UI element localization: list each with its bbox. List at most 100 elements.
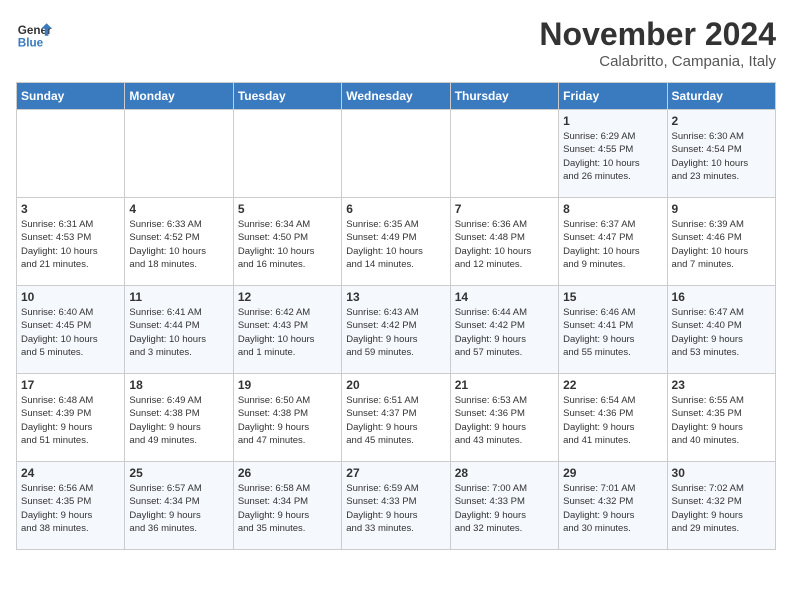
day-info: Sunrise: 6:59 AM Sunset: 4:33 PM Dayligh… [346,482,445,535]
day-info: Sunrise: 6:35 AM Sunset: 4:49 PM Dayligh… [346,218,445,271]
day-number: 8 [563,202,662,216]
calendar-cell: 8 Sunrise: 6:37 AM Sunset: 4:47 PM Daylig… [559,198,667,286]
day-number: 16 [672,290,771,304]
day-info: Sunrise: 6:29 AM Sunset: 4:55 PM Dayligh… [563,130,662,183]
day-info: Sunrise: 7:01 AM Sunset: 4:32 PM Dayligh… [563,482,662,535]
day-info: Sunrise: 6:43 AM Sunset: 4:42 PM Dayligh… [346,306,445,359]
day-info: Sunrise: 6:41 AM Sunset: 4:44 PM Dayligh… [129,306,228,359]
day-info: Sunrise: 6:46 AM Sunset: 4:41 PM Dayligh… [563,306,662,359]
calendar-cell: 15 Sunrise: 6:46 AM Sunset: 4:41 PM Dayli… [559,286,667,374]
day-info: Sunrise: 6:33 AM Sunset: 4:52 PM Dayligh… [129,218,228,271]
calendar-cell: 16 Sunrise: 6:47 AM Sunset: 4:40 PM Dayli… [667,286,775,374]
day-number: 1 [563,114,662,128]
day-number: 25 [129,466,228,480]
calendar-week-row: 17 Sunrise: 6:48 AM Sunset: 4:39 PM Dayli… [17,374,776,462]
calendar-cell: 23Sunrise: 6:55 AM Sunset: 4:35 PM Dayli… [667,374,775,462]
day-number: 22 [563,378,662,392]
calendar-cell: 10 Sunrise: 6:40 AM Sunset: 4:45 PM Dayli… [17,286,125,374]
day-number: 23 [672,378,771,392]
calendar-cell: 13 Sunrise: 6:43 AM Sunset: 4:42 PM Dayli… [342,286,450,374]
calendar-cell: 1 Sunrise: 6:29 AM Sunset: 4:55 PM Daylig… [559,110,667,198]
day-number: 21 [455,378,554,392]
calendar-cell: 25 Sunrise: 6:57 AM Sunset: 4:34 PM Dayli… [125,462,233,550]
calendar-cell: 21 Sunrise: 6:53 AM Sunset: 4:36 PM Dayli… [450,374,558,462]
day-info: Sunrise: 6:58 AM Sunset: 4:34 PM Dayligh… [238,482,337,535]
calendar-cell: 2 Sunrise: 6:30 AM Sunset: 4:54 PM Daylig… [667,110,775,198]
svg-text:Blue: Blue [18,37,44,50]
calendar-cell: 12Sunrise: 6:42 AM Sunset: 4:43 PM Dayli… [233,286,341,374]
calendar-cell: 17 Sunrise: 6:48 AM Sunset: 4:39 PM Dayli… [17,374,125,462]
day-number: 15 [563,290,662,304]
weekday-header: Wednesday [342,83,450,110]
day-number: 14 [455,290,554,304]
logo-icon: General Blue [16,16,52,52]
day-info: Sunrise: 6:30 AM Sunset: 4:54 PM Dayligh… [672,130,771,183]
day-number: 7 [455,202,554,216]
calendar-cell: 30 Sunrise: 7:02 AM Sunset: 4:32 PM Dayli… [667,462,775,550]
day-number: 13 [346,290,445,304]
day-number: 10 [21,290,120,304]
weekday-header: Tuesday [233,83,341,110]
day-number: 2 [672,114,771,128]
weekday-header-row: SundayMondayTuesdayWednesdayThursdayFrid… [17,83,776,110]
day-info: Sunrise: 6:56 AM Sunset: 4:35 PM Dayligh… [21,482,120,535]
calendar-cell: 26 Sunrise: 6:58 AM Sunset: 4:34 PM Dayli… [233,462,341,550]
calendar-cell [342,110,450,198]
day-info: Sunrise: 6:36 AM Sunset: 4:48 PM Dayligh… [455,218,554,271]
day-info: Sunrise: 6:57 AM Sunset: 4:34 PM Dayligh… [129,482,228,535]
day-info: Sunrise: 6:39 AM Sunset: 4:46 PM Dayligh… [672,218,771,271]
calendar-cell: 14 Sunrise: 6:44 AM Sunset: 4:42 PM Dayli… [450,286,558,374]
calendar-cell: 18Sunrise: 6:49 AM Sunset: 4:38 PM Dayli… [125,374,233,462]
day-number: 30 [672,466,771,480]
calendar-week-row: 3Sunrise: 6:31 AM Sunset: 4:53 PM Daylig… [17,198,776,286]
calendar-cell: 4Sunrise: 6:33 AM Sunset: 4:52 PM Daylig… [125,198,233,286]
calendar-cell: 19 Sunrise: 6:50 AM Sunset: 4:38 PM Dayli… [233,374,341,462]
calendar-cell [450,110,558,198]
calendar-cell [125,110,233,198]
calendar-cell: 7 Sunrise: 6:36 AM Sunset: 4:48 PM Daylig… [450,198,558,286]
day-info: Sunrise: 6:48 AM Sunset: 4:39 PM Dayligh… [21,394,120,447]
title-area: November 2024 Calabritto, Campania, Ital… [539,16,776,70]
day-info: Sunrise: 6:40 AM Sunset: 4:45 PM Dayligh… [21,306,120,359]
weekday-header: Sunday [17,83,125,110]
calendar-cell: 22 Sunrise: 6:54 AM Sunset: 4:36 PM Dayli… [559,374,667,462]
day-info: Sunrise: 6:53 AM Sunset: 4:36 PM Dayligh… [455,394,554,447]
day-number: 12 [238,290,337,304]
day-info: Sunrise: 6:50 AM Sunset: 4:38 PM Dayligh… [238,394,337,447]
calendar-body: 1 Sunrise: 6:29 AM Sunset: 4:55 PM Daylig… [17,110,776,550]
day-number: 17 [21,378,120,392]
calendar-cell: 20Sunrise: 6:51 AM Sunset: 4:37 PM Dayli… [342,374,450,462]
day-number: 19 [238,378,337,392]
weekday-header: Friday [559,83,667,110]
calendar-cell: 29Sunrise: 7:01 AM Sunset: 4:32 PM Dayli… [559,462,667,550]
calendar-cell: 24Sunrise: 6:56 AM Sunset: 4:35 PM Dayli… [17,462,125,550]
calendar-cell: 28 Sunrise: 7:00 AM Sunset: 4:33 PM Dayli… [450,462,558,550]
day-info: Sunrise: 6:54 AM Sunset: 4:36 PM Dayligh… [563,394,662,447]
day-number: 26 [238,466,337,480]
calendar-week-row: 10 Sunrise: 6:40 AM Sunset: 4:45 PM Dayli… [17,286,776,374]
day-info: Sunrise: 6:34 AM Sunset: 4:50 PM Dayligh… [238,218,337,271]
calendar-table: SundayMondayTuesdayWednesdayThursdayFrid… [16,82,776,550]
day-number: 5 [238,202,337,216]
weekday-header: Monday [125,83,233,110]
day-info: Sunrise: 6:37 AM Sunset: 4:47 PM Dayligh… [563,218,662,271]
calendar-cell: 11Sunrise: 6:41 AM Sunset: 4:44 PM Dayli… [125,286,233,374]
day-info: Sunrise: 6:47 AM Sunset: 4:40 PM Dayligh… [672,306,771,359]
weekday-header: Thursday [450,83,558,110]
day-number: 9 [672,202,771,216]
day-number: 28 [455,466,554,480]
day-number: 6 [346,202,445,216]
calendar-cell: 6 Sunrise: 6:35 AM Sunset: 4:49 PM Daylig… [342,198,450,286]
day-info: Sunrise: 6:31 AM Sunset: 4:53 PM Dayligh… [21,218,120,271]
calendar-header: SundayMondayTuesdayWednesdayThursdayFrid… [17,83,776,110]
day-info: Sunrise: 6:49 AM Sunset: 4:38 PM Dayligh… [129,394,228,447]
day-info: Sunrise: 7:00 AM Sunset: 4:33 PM Dayligh… [455,482,554,535]
day-info: Sunrise: 7:02 AM Sunset: 4:32 PM Dayligh… [672,482,771,535]
calendar-week-row: 1 Sunrise: 6:29 AM Sunset: 4:55 PM Daylig… [17,110,776,198]
calendar-cell [233,110,341,198]
day-number: 20 [346,378,445,392]
day-info: Sunrise: 6:44 AM Sunset: 4:42 PM Dayligh… [455,306,554,359]
page-header: General Blue November 2024 Calabritto, C… [16,16,776,70]
location-title: Calabritto, Campania, Italy [539,53,776,70]
day-number: 27 [346,466,445,480]
